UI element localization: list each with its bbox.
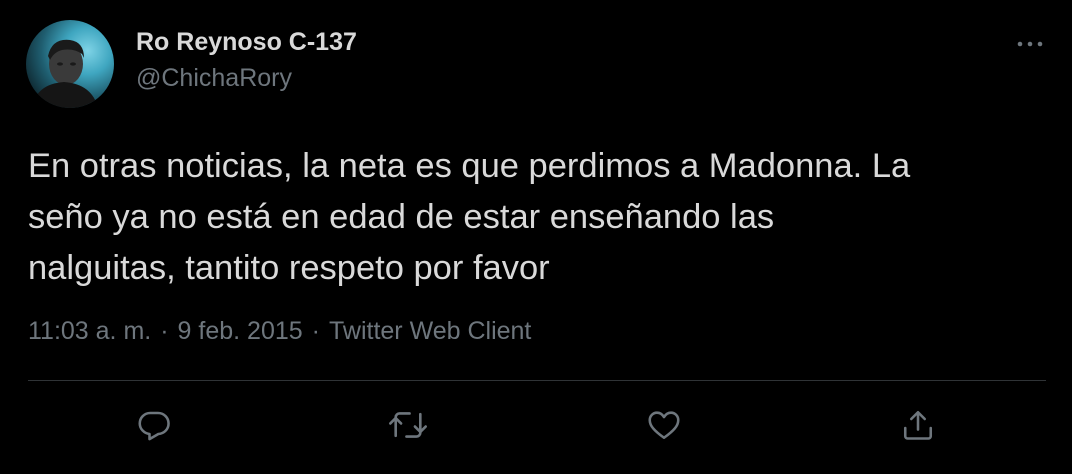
action-bar [0, 400, 1072, 450]
like-icon [648, 411, 680, 440]
meta-separator: · [160, 317, 169, 345]
tweet-text: En otras noticias, la neta es que perdim… [28, 141, 1048, 294]
tweet-card: Ro Reynoso C-137 @ChichaRory En otras no… [0, 0, 1072, 474]
tweet-text-line: En otras noticias, la neta es que perdim… [28, 147, 911, 185]
reply-icon [138, 411, 170, 441]
tweet-text-line: seño ya no está en edad de estar enseñan… [28, 198, 775, 236]
tweet-date[interactable]: 9 feb. 2015 [178, 317, 303, 345]
tweet-time[interactable]: 11:03 a. m. [28, 317, 151, 345]
author-name[interactable]: Ro Reynoso C-137 [136, 28, 357, 57]
divider [28, 380, 1046, 381]
share-button[interactable] [893, 400, 943, 450]
like-button[interactable] [639, 400, 689, 450]
share-icon [903, 410, 933, 440]
more-dots-icon [1017, 41, 1043, 47]
tweet-text-line: nalguitas, tantito respeto por favor [28, 249, 550, 287]
retweet-icon [389, 412, 427, 438]
tweet-meta: 11:03 a. m. · 9 feb. 2015 · Twitter Web Clie… [28, 317, 531, 346]
author-handle[interactable]: @ChichaRory [136, 64, 292, 93]
more-options-button[interactable] [1010, 30, 1050, 58]
meta-separator: · [311, 317, 320, 345]
avatar[interactable] [26, 20, 114, 108]
avatar-photo [32, 39, 98, 108]
tweet-client[interactable]: Twitter Web Client [329, 317, 531, 345]
retweet-button[interactable] [383, 400, 433, 450]
reply-button[interactable] [129, 400, 179, 450]
